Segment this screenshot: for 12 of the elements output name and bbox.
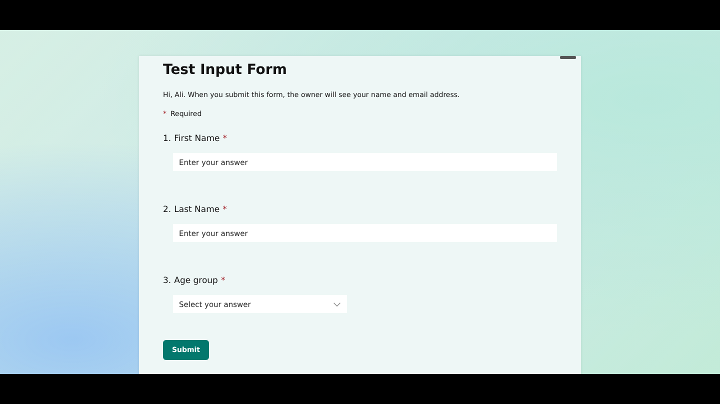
question-label: First Name	[174, 134, 220, 144]
question-label: Last Name	[174, 205, 220, 215]
question-number: 3.	[163, 276, 172, 286]
form-title: Test Input Form	[163, 62, 288, 78]
chevron-down-icon	[333, 302, 341, 306]
question-number: 2.	[163, 205, 172, 215]
required-asterisk: *	[220, 276, 226, 286]
required-asterisk: *	[222, 205, 227, 215]
required-asterisk: *	[222, 134, 228, 144]
question-label: Age group	[174, 276, 218, 286]
question-number: 1.	[163, 134, 172, 144]
scrollbar-thumb[interactable]	[560, 56, 576, 59]
